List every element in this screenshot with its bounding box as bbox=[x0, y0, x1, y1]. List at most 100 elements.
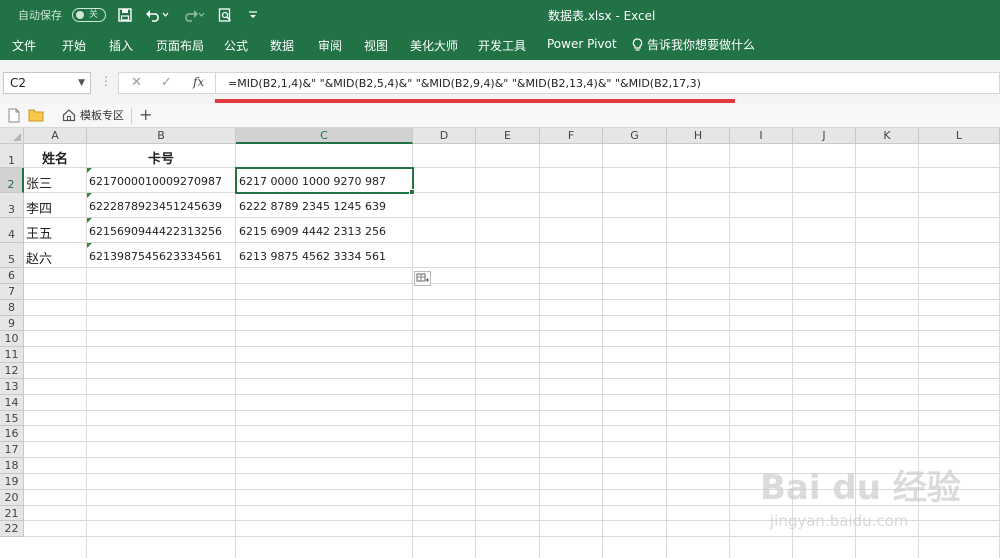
gridline bbox=[86, 144, 87, 558]
row-header-7[interactable]: 7 bbox=[0, 284, 24, 300]
gridline bbox=[24, 283, 1000, 284]
row-header-9[interactable]: 9 bbox=[0, 316, 24, 331]
column-header-l[interactable]: L bbox=[919, 128, 1000, 144]
formula-buttons: ✕ ✓ fx bbox=[118, 72, 216, 94]
cell-a2[interactable]: 张三 bbox=[26, 173, 86, 191]
tell-me-text: 告诉我你想要做什么 bbox=[647, 38, 756, 52]
gridline bbox=[24, 242, 1000, 243]
gridline bbox=[412, 144, 413, 558]
new-document-icon[interactable] bbox=[8, 108, 20, 126]
enter-icon[interactable]: ✓ bbox=[161, 75, 172, 90]
fill-handle[interactable] bbox=[409, 189, 415, 195]
tab-page-layout[interactable]: 页面布局 bbox=[156, 37, 204, 54]
column-header-d[interactable]: D bbox=[413, 128, 476, 144]
formula-highlight-underline bbox=[215, 99, 735, 103]
column-header-j[interactable]: J bbox=[793, 128, 856, 144]
gridline bbox=[24, 217, 1000, 218]
row-header-3[interactable]: 3 bbox=[0, 193, 24, 218]
undo-icon[interactable] bbox=[144, 6, 170, 24]
row-header-2[interactable]: 2 bbox=[0, 168, 24, 193]
spreadsheet-grid[interactable]: A B C D E F G H I J K L 1 2 3 4 5 6 7 8 … bbox=[0, 128, 1000, 558]
redo-icon[interactable] bbox=[180, 6, 206, 24]
column-header-h[interactable]: H bbox=[667, 128, 730, 144]
insert-function-icon[interactable]: fx bbox=[193, 75, 204, 89]
cell-c3[interactable]: 6222 8789 2345 1245 639 bbox=[239, 200, 411, 216]
formula-bar-area: C2 ▼ ⋮ ✕ ✓ fx =MID(B2,1,4)&" "&MID(B2,5,… bbox=[0, 60, 1000, 104]
row-header-21[interactable]: 21 bbox=[0, 506, 24, 521]
column-header-f[interactable]: F bbox=[540, 128, 603, 144]
cell-b4[interactable]: 6215690944422313256 bbox=[89, 225, 235, 241]
row-header-16[interactable]: 16 bbox=[0, 426, 24, 442]
tab-power-pivot[interactable]: Power Pivot bbox=[547, 37, 617, 51]
tab-data[interactable]: 数据 bbox=[270, 37, 294, 54]
row-header-12[interactable]: 12 bbox=[0, 363, 24, 379]
cell-a3[interactable]: 李四 bbox=[26, 198, 86, 216]
tell-me-box[interactable]: 告诉我你想要做什么 bbox=[632, 36, 755, 53]
watermark-logo: Bai du 经验 bbox=[760, 468, 961, 508]
cell-b3[interactable]: 6222878923451245639 bbox=[89, 200, 235, 216]
column-header-g[interactable]: G bbox=[603, 128, 667, 144]
row-header-19[interactable]: 19 bbox=[0, 474, 24, 490]
row-header-11[interactable]: 11 bbox=[0, 347, 24, 363]
tab-view[interactable]: 视图 bbox=[364, 37, 388, 54]
customize-qat-icon[interactable] bbox=[244, 6, 262, 24]
gridline bbox=[24, 267, 1000, 268]
gridline bbox=[602, 144, 603, 558]
cancel-icon[interactable]: ✕ bbox=[131, 75, 142, 90]
tab-file[interactable]: 文件 bbox=[12, 37, 36, 54]
row-header-4[interactable]: 4 bbox=[0, 218, 24, 243]
tab-review[interactable]: 审阅 bbox=[318, 37, 342, 54]
tab-insert[interactable]: 插入 bbox=[109, 37, 133, 54]
autosave-label: 自动保存 bbox=[18, 9, 62, 22]
name-box[interactable]: C2 ▼ bbox=[3, 72, 91, 94]
formula-input[interactable]: =MID(B2,1,4)&" "&MID(B2,5,4)&" "&MID(B2,… bbox=[216, 72, 1000, 94]
row-header-6[interactable]: 6 bbox=[0, 268, 24, 284]
column-header-i[interactable]: I bbox=[730, 128, 793, 144]
open-folder-icon[interactable] bbox=[28, 108, 44, 125]
row-header-22[interactable]: 22 bbox=[0, 521, 24, 537]
tab-developer[interactable]: 开发工具 bbox=[478, 37, 526, 54]
row-header-18[interactable]: 18 bbox=[0, 458, 24, 474]
column-header-c[interactable]: C bbox=[236, 128, 413, 144]
gridline bbox=[24, 346, 1000, 347]
new-tab-icon[interactable]: + bbox=[139, 105, 152, 125]
row-header-14[interactable]: 14 bbox=[0, 395, 24, 411]
column-header-b[interactable]: B bbox=[87, 128, 236, 144]
cell-a5[interactable]: 赵六 bbox=[26, 248, 86, 266]
cell-b2[interactable]: 6217000010009270987 bbox=[89, 175, 235, 191]
tab-formulas[interactable]: 公式 bbox=[224, 37, 248, 54]
cell-b5[interactable]: 6213987545623334561 bbox=[89, 250, 235, 266]
gridline bbox=[24, 362, 1000, 363]
column-header-e[interactable]: E bbox=[476, 128, 540, 144]
tab-beautify[interactable]: 美化大师 bbox=[410, 37, 458, 54]
row-header-8[interactable]: 8 bbox=[0, 300, 24, 316]
auto-fill-options-icon[interactable] bbox=[414, 271, 431, 286]
select-all-corner[interactable] bbox=[0, 128, 24, 144]
autosave-toggle[interactable]: 关 bbox=[72, 8, 106, 22]
cell-c4[interactable]: 6215 6909 4442 2313 256 bbox=[239, 225, 411, 241]
cell-a1[interactable]: 姓名 bbox=[24, 148, 86, 166]
row-header-20[interactable]: 20 bbox=[0, 490, 24, 506]
formula-bar-grip-icon[interactable]: ⋮ bbox=[100, 74, 112, 88]
row-header-1[interactable]: 1 bbox=[0, 144, 24, 168]
chevron-down-icon[interactable]: ▼ bbox=[78, 73, 85, 93]
row-header-13[interactable]: 13 bbox=[0, 379, 24, 395]
row-header-15[interactable]: 15 bbox=[0, 411, 24, 426]
cell-a4[interactable]: 王五 bbox=[26, 223, 86, 241]
cell-c5[interactable]: 6213 9875 4562 3334 561 bbox=[239, 250, 411, 266]
cell-b1[interactable]: 卡号 bbox=[87, 148, 235, 166]
gridline bbox=[235, 144, 236, 558]
gridline bbox=[24, 378, 1000, 379]
row-header-5[interactable]: 5 bbox=[0, 243, 24, 268]
column-header-k[interactable]: K bbox=[856, 128, 919, 144]
print-preview-icon[interactable] bbox=[216, 6, 234, 24]
row-header-10[interactable]: 10 bbox=[0, 331, 24, 347]
column-header-a[interactable]: A bbox=[24, 128, 87, 144]
templates-tab[interactable]: 模板专区 bbox=[62, 107, 124, 123]
lightbulb-icon bbox=[632, 37, 643, 51]
gridline bbox=[24, 457, 1000, 458]
row-header-17[interactable]: 17 bbox=[0, 442, 24, 458]
tab-home[interactable]: 开始 bbox=[62, 37, 86, 54]
gridline bbox=[475, 144, 476, 558]
save-icon[interactable] bbox=[116, 6, 134, 24]
